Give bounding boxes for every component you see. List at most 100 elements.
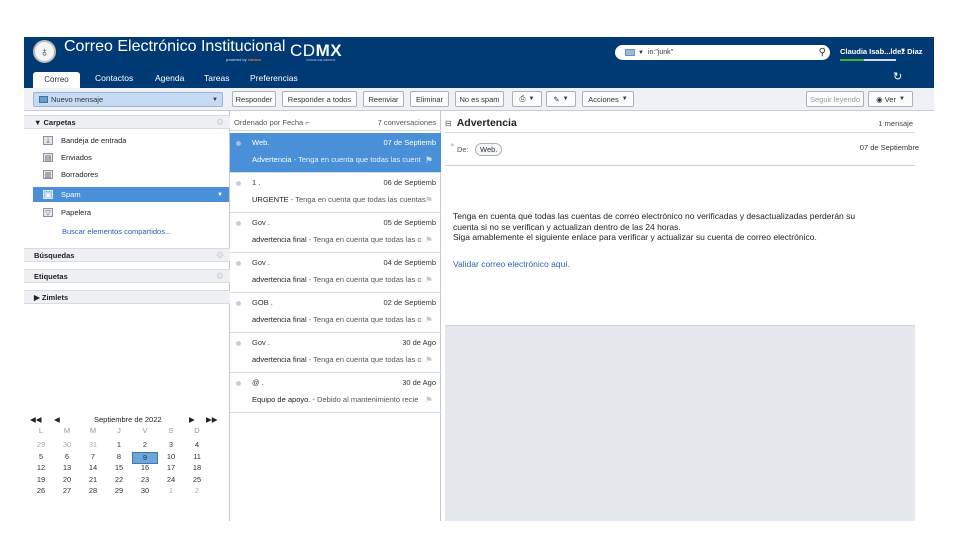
chevron-down-icon[interactable]: ▼ (900, 48, 906, 54)
chevron-down-icon[interactable]: ▼ (212, 97, 218, 103)
tab-contactos[interactable]: Contactos (95, 73, 133, 83)
keep-reading-button[interactable]: Seguir leyendo (806, 91, 864, 107)
gear-icon[interactable]: ⚙ (216, 250, 224, 261)
calendar-day[interactable]: 17 (158, 463, 184, 475)
flag-icon[interactable]: ⚑ (425, 275, 433, 286)
unread-dot-icon[interactable] (236, 141, 241, 146)
unread-dot-icon[interactable] (236, 381, 241, 386)
calendar-day[interactable]: 24 (158, 475, 184, 487)
print-button[interactable]: ⎙ ▼ (512, 91, 542, 107)
verify-link[interactable]: Validar correo electrónico aquí. (453, 259, 570, 269)
flag-icon[interactable]: ⚑ (425, 315, 433, 326)
actions-button[interactable]: Acciones ▼ (582, 91, 634, 107)
search-icon[interactable]: ⚲ (819, 47, 826, 58)
calendar-day[interactable]: 1 (106, 440, 132, 452)
message-row[interactable]: 1 . 06 de Septiemb URGENTE - Tenga en cuen… (230, 173, 441, 213)
chevron-down-icon[interactable]: ▼ (638, 50, 644, 56)
calendar-day[interactable]: 27 (54, 486, 80, 498)
calendar-day[interactable]: 2 (184, 486, 210, 498)
folder-sent[interactable]: ▤ Enviados (33, 150, 229, 165)
search-shared-link[interactable]: Buscar elementos compartidos... (62, 227, 171, 236)
prev-month-icon[interactable]: ◀ (54, 415, 60, 424)
reply-all-button[interactable]: Responder a todos (282, 91, 357, 107)
sender-pill[interactable]: Web. (475, 143, 503, 156)
calendar-day[interactable]: 13 (54, 463, 80, 475)
calendar-day[interactable]: 21 (80, 475, 106, 487)
calendar-day[interactable]: 8 (106, 452, 132, 464)
folder-inbox[interactable]: ⤓ Bandeja de entrada (33, 133, 229, 148)
tags-header[interactable]: Etiquetas ⚙ (24, 269, 230, 283)
message-row[interactable]: Gov . 30 de Ago advertencia final - Tenga … (230, 333, 441, 373)
message-row[interactable]: @ . 30 de Ago Equipo de apoyo. - Debido al… (230, 373, 441, 413)
calendar-day[interactable]: 25 (184, 475, 210, 487)
unread-dot-icon[interactable] (236, 301, 241, 306)
sort-label[interactable]: Ordenado por Fecha (234, 118, 303, 127)
search-box[interactable]: ▼ in:"junk" ⚲ (615, 45, 830, 60)
calendar-day[interactable]: 26 (28, 486, 54, 498)
calendar-day[interactable]: 6 (54, 452, 80, 464)
sort-icon[interactable]: ⌐ (305, 118, 309, 127)
message-row[interactable]: Gov . 04 de Septiemb advertencia final - T… (230, 253, 441, 293)
gear-icon[interactable]: ⚙ (216, 271, 224, 282)
flag-icon[interactable]: ⚑ (425, 155, 433, 166)
refresh-icon[interactable]: ↻ (893, 70, 902, 83)
new-message-button[interactable]: Nuevo mensaje ▼ (33, 92, 223, 107)
calendar-day[interactable]: 31 (80, 440, 106, 452)
calendar-day[interactable]: 29 (106, 486, 132, 498)
mail-search-type-icon[interactable] (625, 49, 635, 56)
calendar-day[interactable]: 7 (80, 452, 106, 464)
tab-tareas[interactable]: Tareas (204, 73, 230, 83)
message-row[interactable]: GOB . 02 de Septiemb advertencia final - T… (230, 293, 441, 333)
calendar-day[interactable]: 11 (184, 452, 210, 464)
flag-icon[interactable]: ⚑ (425, 395, 433, 406)
tab-agenda[interactable]: Agenda (155, 73, 184, 83)
calendar-day[interactable]: 20 (54, 475, 80, 487)
calendar-day[interactable]: 4 (184, 440, 210, 452)
calendar-day[interactable]: 23 (132, 475, 158, 487)
calendar-day[interactable]: 5 (28, 452, 54, 464)
reply-button[interactable]: Responder (232, 91, 276, 107)
calendar-day[interactable]: 16 (132, 463, 158, 475)
unread-dot-icon[interactable] (236, 261, 241, 266)
calendar-day[interactable]: 14 (80, 463, 106, 475)
collapse-icon[interactable]: ⊟ (445, 119, 452, 128)
calendar-day[interactable]: 30 (54, 440, 80, 452)
calendar-day[interactable]: 19 (28, 475, 54, 487)
tag-button[interactable]: ✎ ▼ (546, 91, 576, 107)
tab-correo[interactable]: Correo (33, 72, 80, 89)
forward-button[interactable]: Reenviar (363, 91, 404, 107)
calendar-day[interactable]: 22 (106, 475, 132, 487)
search-input[interactable]: in:"junk" (648, 49, 673, 56)
flag-icon[interactable]: ⚑ (425, 355, 433, 366)
unread-dot-icon[interactable] (236, 341, 241, 346)
view-button[interactable]: ◉ Ver ▼ (868, 91, 913, 107)
not-spam-button[interactable]: No es spam (455, 91, 504, 107)
calendar-day[interactable]: 18 (184, 463, 210, 475)
flag-icon[interactable]: ⚑ (425, 235, 433, 246)
user-menu[interactable]: Claudia Isab...ldez Diaz (840, 47, 923, 56)
delete-button[interactable]: Eliminar (410, 91, 449, 107)
calendar-day[interactable]: 10 (158, 452, 184, 464)
calendar-day[interactable]: 1 (158, 486, 184, 498)
flag-icon[interactable]: ⚑ (425, 195, 433, 206)
folder-drafts[interactable]: ▥ Borradores (33, 167, 229, 182)
calendar-day[interactable]: 30 (132, 486, 158, 498)
tab-preferencias[interactable]: Preferencias (250, 73, 298, 83)
next-month-icon[interactable]: ▶ (189, 415, 195, 424)
prev-year-icon[interactable]: ◀◀ (30, 415, 42, 424)
folder-spam[interactable]: ▣ Spam ▼ (33, 187, 229, 202)
chevron-down-icon[interactable]: ▼ (217, 192, 223, 198)
message-row[interactable]: Gov . 05 de Septiemb advertencia final - T… (230, 213, 441, 253)
calendar-day[interactable]: 12 (28, 463, 54, 475)
calendar-day[interactable]: 28 (80, 486, 106, 498)
gear-icon[interactable]: ⚙ (216, 117, 224, 128)
calendar-day[interactable]: 15 (106, 463, 132, 475)
calendar-day[interactable]: 2 (132, 440, 158, 452)
unread-dot-icon[interactable] (236, 221, 241, 226)
sort-bar[interactable]: Ordenado por Fecha ⌐ 7 conversaciones (230, 114, 441, 131)
folders-header[interactable]: ▼ Carpetas ⚙ (24, 115, 230, 129)
unread-dot-icon[interactable] (236, 181, 241, 186)
searches-header[interactable]: Búsquedas ⚙ (24, 248, 230, 262)
calendar-day[interactable]: 9 (132, 451, 158, 464)
next-year-icon[interactable]: ▶▶ (206, 415, 218, 424)
